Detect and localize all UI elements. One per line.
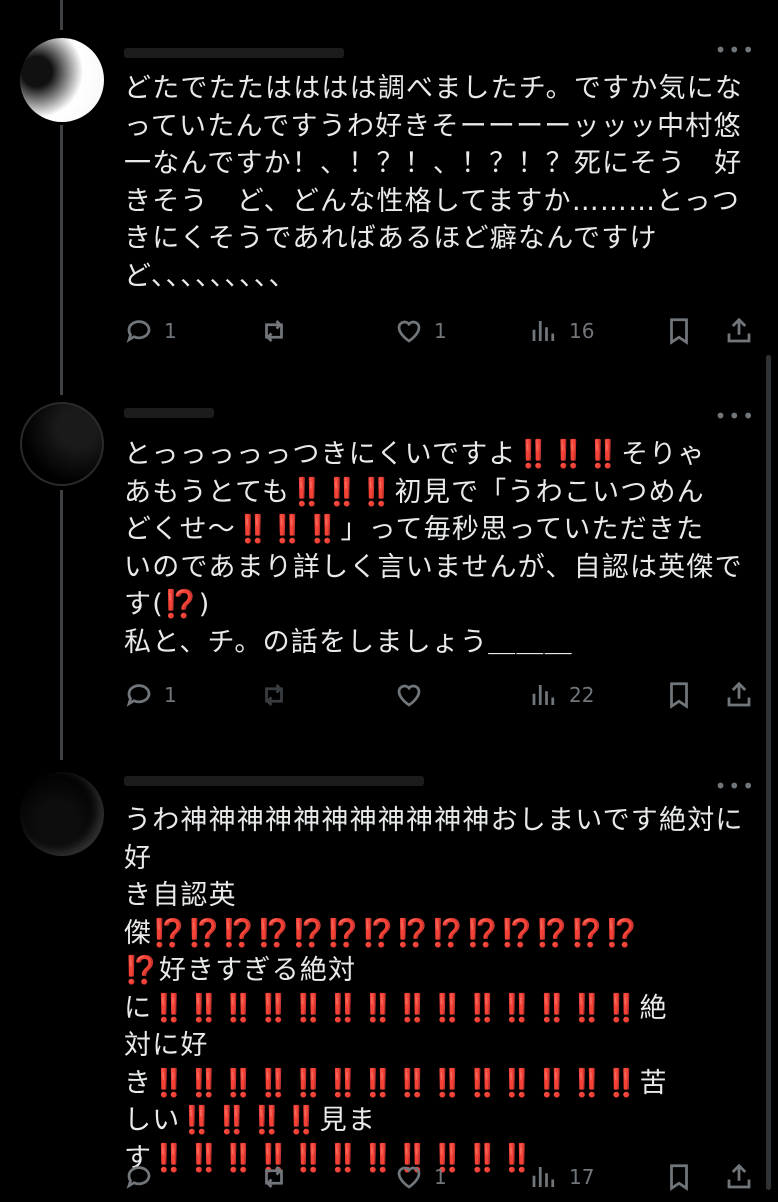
reply-button[interactable]: 1: [124, 680, 177, 710]
views-button[interactable]: 17: [529, 1162, 594, 1192]
reply-icon: [126, 684, 151, 707]
more-icon[interactable]: •••: [715, 406, 756, 426]
view-count: 22: [569, 683, 595, 707]
bookmark-button[interactable]: [664, 1162, 694, 1192]
post-actions: 1 17: [124, 1162, 764, 1202]
heart-icon: [397, 684, 421, 707]
like-count: 1: [434, 319, 447, 343]
post-text: とっっっっっつきにくいですよ‼️‼️‼️そりゃ あもうとても‼️‼️‼️初見で「…: [124, 439, 743, 658]
bookmark-icon: [670, 318, 688, 345]
post-header: [124, 408, 214, 418]
repost-button[interactable]: [259, 680, 299, 710]
post: ••• とっっっっっつきにくいですよ‼️‼️‼️そりゃ あもうとても‼️‼️‼️…: [0, 380, 778, 750]
reply-button[interactable]: [124, 1162, 164, 1192]
repost-button[interactable]: [259, 316, 299, 346]
views-button[interactable]: 16: [529, 316, 594, 346]
repost-icon: [265, 320, 283, 342]
post-actions: 1 22: [124, 680, 764, 720]
share-icon: [727, 681, 751, 707]
repost-button[interactable]: [259, 1162, 299, 1192]
share-icon: [727, 317, 751, 343]
avatar[interactable]: [20, 402, 104, 486]
bookmark-icon: [670, 682, 688, 709]
reply-button[interactable]: 1: [124, 316, 177, 346]
post-text: うわ神神神神神神神神神神神おしまいです絶対に好 き自認英 傑⁉️⁉️⁉️⁉️⁉️…: [124, 805, 744, 1174]
bookmark-button[interactable]: [664, 680, 694, 710]
bookmark-button[interactable]: [664, 316, 694, 346]
post-header: [124, 48, 344, 58]
avatar[interactable]: [20, 772, 104, 856]
like-count: 1: [434, 1165, 447, 1189]
reply-icon: [126, 320, 151, 343]
share-button[interactable]: [724, 1162, 754, 1192]
like-button[interactable]: 1: [394, 316, 447, 346]
share-button[interactable]: [724, 316, 754, 346]
more-icon[interactable]: •••: [715, 776, 756, 796]
view-count: 17: [569, 1165, 595, 1189]
like-button[interactable]: [394, 680, 434, 710]
heart-icon: [397, 1166, 421, 1189]
view-count: 16: [569, 319, 595, 343]
views-button[interactable]: 22: [529, 680, 594, 710]
repost-icon: [265, 684, 283, 706]
avatar[interactable]: [20, 38, 104, 122]
post-text: どたでたたはははは調べましたチ。ですか気にな っていたんですうわ好きそーーーーッ…: [124, 73, 744, 292]
share-icon: [727, 1163, 751, 1189]
views-icon: [532, 1167, 555, 1187]
bookmark-icon: [670, 1164, 688, 1191]
views-icon: [532, 321, 555, 341]
repost-icon: [265, 1166, 283, 1188]
views-icon: [532, 685, 555, 705]
share-button[interactable]: [724, 680, 754, 710]
post: ••• うわ神神神神神神神神神神神おしまいです絶対に好 き自認英 傑⁉️⁉️⁉️…: [0, 750, 778, 1199]
reply-icon: [126, 1166, 151, 1189]
like-button[interactable]: 1: [394, 1162, 447, 1192]
post: ••• どたでたたはははは調べましたチ。ですか気にな っていたんですうわ好きそー…: [0, 0, 778, 380]
reply-count: 1: [164, 319, 177, 343]
post-actions: 1 1 16: [124, 316, 764, 356]
heart-icon: [397, 320, 421, 343]
reply-count: 1: [164, 683, 177, 707]
more-icon[interactable]: •••: [715, 40, 756, 60]
post-header: [124, 776, 424, 786]
